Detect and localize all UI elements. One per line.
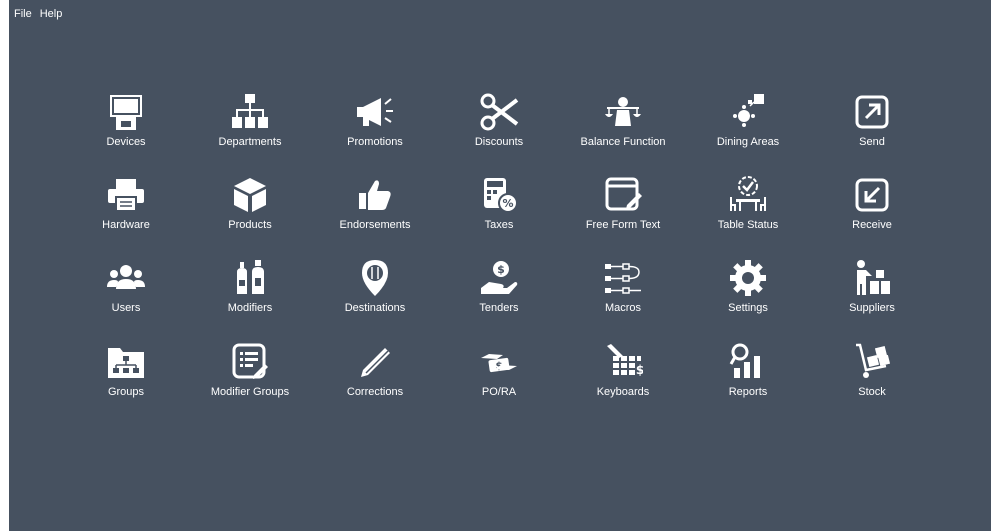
stock-icon [856,343,891,378]
users-icon [107,265,145,289]
tile-dining-areas[interactable]: Dining Areas [688,92,808,162]
table-status-icon [730,176,766,211]
tile-label: Receive [852,219,892,231]
tile-table-status[interactable]: Table Status [688,175,808,245]
devices-icon [110,95,142,130]
tile-po-ra[interactable]: $ PO/RA [439,342,559,412]
macros-icon [605,263,641,294]
suppliers-icon [857,260,890,295]
tile-label: Free Form Text [585,219,661,231]
balance-function-icon [605,97,641,126]
tile-label: Discounts [474,136,524,148]
tile-label: Modifier Groups [210,386,290,398]
tile-free-form-text[interactable]: Free Form Text [563,175,683,245]
tile-label: Keyboards [596,386,650,398]
tile-modifier-groups[interactable]: Modifier Groups [190,342,310,412]
tile-taxes[interactable]: % Taxes [439,175,559,245]
tile-label: Macros [604,302,642,314]
svg-text:$: $ [497,263,505,276]
tile-label: Users [111,302,141,314]
tile-label: Departments [218,136,282,148]
tile-label: Products [228,219,272,231]
tile-label: Stock [858,386,886,398]
free-form-text-icon [605,177,642,211]
tile-departments[interactable]: Departments [190,92,310,162]
tile-label: Hardware [102,219,150,231]
modifier-groups-icon [232,343,268,379]
tile-label: Balance Function [580,136,666,148]
send-icon [855,95,889,129]
endorsements-icon [359,180,391,210]
tile-label: Promotions [347,136,403,148]
destinations-icon [362,260,388,296]
tenders-icon: $ [481,261,518,294]
corrections-icon [361,348,390,377]
tile-balance-function[interactable]: Balance Function [563,92,683,162]
tile-label: Dining Areas [716,136,780,148]
tile-label: Table Status [717,219,779,231]
modifiers-icon [237,260,264,294]
tile-tenders[interactable]: $ Tenders [439,258,559,328]
tile-label: Destinations [344,302,406,314]
tile-settings[interactable]: Settings [688,258,808,328]
tile-label: Settings [728,302,768,314]
discounts-icon [480,93,519,131]
po-ra-icon: $ [481,354,517,373]
settings-icon [730,260,766,296]
tile-keyboards[interactable]: $ Keyboards [563,342,683,412]
tile-endorsements[interactable]: Endorsements [315,175,435,245]
dining-areas-icon [733,94,764,127]
tile-hardware[interactable]: Hardware [66,175,186,245]
taxes-icon: % [484,178,518,213]
tile-label: Send [859,136,885,148]
tile-groups[interactable]: Groups [66,342,186,412]
function-grid: Devices Departments Promotions Discounts… [9,0,991,531]
tile-reports[interactable]: Reports [688,342,808,412]
tile-label: Groups [107,386,145,398]
tile-destinations[interactable]: Destinations [315,258,435,328]
tile-suppliers[interactable]: Suppliers [812,258,932,328]
keyboards-icon: $ [607,344,643,377]
groups-icon [108,348,144,378]
tile-label: PO/RA [481,386,517,398]
departments-icon [232,94,268,128]
tile-label: Suppliers [849,302,895,314]
tile-users[interactable]: Users [66,258,186,328]
tile-products[interactable]: Products [190,175,310,245]
tile-label: Devices [106,136,146,148]
tile-stock[interactable]: Stock [812,342,932,412]
tile-corrections[interactable]: Corrections [315,342,435,412]
tile-modifiers[interactable]: Modifiers [190,258,310,328]
receive-icon [855,178,889,212]
tile-promotions[interactable]: Promotions [315,92,435,162]
tile-label: Reports [728,386,768,398]
tile-label: Taxes [484,219,514,231]
tile-label: Corrections [346,386,404,398]
hardware-icon [108,179,144,212]
products-icon [234,178,266,212]
tile-devices[interactable]: Devices [66,92,186,162]
tile-label: Modifiers [227,302,273,314]
promotions-icon [357,98,393,126]
tile-macros[interactable]: Macros [563,258,683,328]
main-window: File Help Devices Departments Promotions… [9,0,991,531]
svg-text:%: % [502,197,513,210]
tile-send[interactable]: Send [812,92,932,162]
tile-receive[interactable]: Receive [812,175,932,245]
tile-label: Endorsements [339,219,411,231]
svg-text:$: $ [636,363,643,377]
reports-icon [729,343,760,378]
tile-discounts[interactable]: Discounts [439,92,559,162]
tile-label: Tenders [479,302,519,314]
